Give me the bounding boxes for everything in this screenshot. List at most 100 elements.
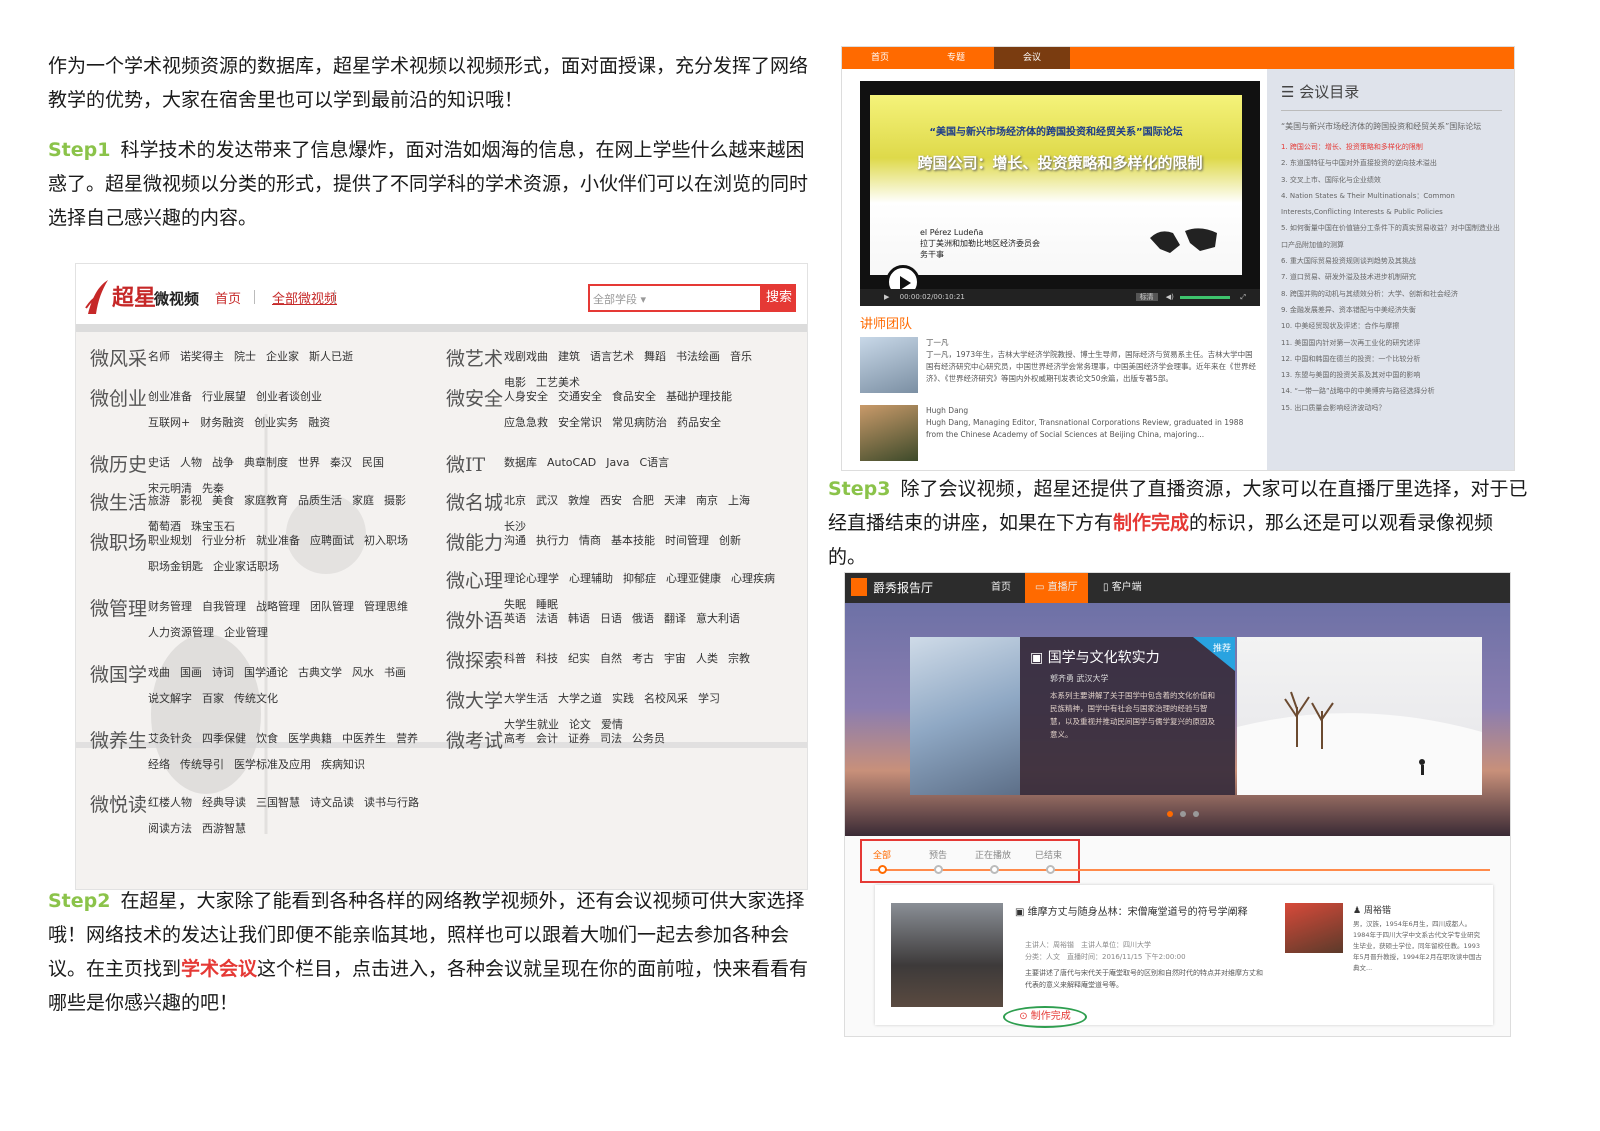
category-title[interactable]: 微安全 xyxy=(446,384,504,436)
tab-home[interactable]: 首页 xyxy=(842,47,918,69)
filter-ended[interactable]: 已结束 xyxy=(1035,848,1062,861)
subcategory-link[interactable]: 初入职场 xyxy=(364,534,408,547)
subcategory-link[interactable]: 天津 xyxy=(664,494,686,507)
subcategory-link[interactable]: 史话 xyxy=(148,456,170,469)
subcategory-link[interactable]: 公务员 xyxy=(632,732,665,745)
tab-conference[interactable]: 会议 xyxy=(994,47,1070,69)
subcategory-link[interactable]: 司法 xyxy=(600,732,622,745)
volume-slider[interactable] xyxy=(1180,295,1231,299)
subcategory-link[interactable]: 科技 xyxy=(536,652,558,665)
subcategory-link[interactable]: C语言 xyxy=(639,456,669,469)
featured-lecture-card[interactable]: ▣ 国学与文化软实力 郭齐勇 武汉大学 本系列主要讲解了关于国学中包含着的文化价… xyxy=(910,637,1235,795)
lecture-title[interactable]: ▣ 维摩方丈与随身丛林：宋僧庵堂道号的符号学阐释 xyxy=(1015,905,1255,921)
subcategory-link[interactable]: 心理疾病 xyxy=(731,572,775,585)
subcategory-link[interactable]: 就业准备 xyxy=(256,534,300,547)
nav-live-hall-link[interactable]: ▭ 直播厅 xyxy=(1025,573,1088,603)
subcategory-link[interactable]: 财务融资 xyxy=(200,416,244,429)
category-title[interactable]: 微国学 xyxy=(90,660,148,712)
subcategory-link[interactable]: 应急急救 xyxy=(504,416,548,429)
subcategory-link[interactable]: 大学生活 xyxy=(504,692,548,705)
subcategory-link[interactable]: 行业分析 xyxy=(202,534,246,547)
catalog-item[interactable]: 10. 中美经贸现状及评述：合作与摩擦 xyxy=(1281,318,1502,334)
subcategory-link[interactable]: 战争 xyxy=(212,456,234,469)
subcategory-link[interactable]: AutoCAD xyxy=(547,456,596,469)
subcategory-link[interactable]: 交通安全 xyxy=(558,390,602,403)
subcategory-link[interactable]: 经络 xyxy=(148,758,170,771)
subcategory-link[interactable]: 音乐 xyxy=(730,350,752,363)
subcategory-link[interactable]: 美食 xyxy=(212,494,234,507)
subcategory-link[interactable]: 书法绘画 xyxy=(676,350,720,363)
subcategory-link[interactable]: 世界 xyxy=(298,456,320,469)
subcategory-link[interactable]: 疾病知识 xyxy=(321,758,365,771)
video-player[interactable]: “美国与新兴市场经济体的跨国投资和经贸关系”国际论坛 跨国公司：增长、投资策略和… xyxy=(860,81,1260,306)
subcategory-link[interactable]: 传统导引 xyxy=(180,758,224,771)
subcategory-link[interactable]: 建筑 xyxy=(558,350,580,363)
category-title[interactable]: 微IT xyxy=(446,450,504,477)
subcategory-link[interactable]: 企业家 xyxy=(266,350,299,363)
subcategory-link[interactable]: 家庭教育 xyxy=(244,494,288,507)
nav-client-link[interactable]: ▯ 客户端 xyxy=(1093,573,1152,603)
subcategory-link[interactable]: 诗词 xyxy=(212,666,234,679)
subcategory-link[interactable]: 宗教 xyxy=(728,652,750,665)
subcategory-link[interactable]: 武汉 xyxy=(536,494,558,507)
subcategory-link[interactable]: 安全常识 xyxy=(558,416,602,429)
subcategory-link[interactable]: 国学通论 xyxy=(244,666,288,679)
category-title[interactable]: 微探索 xyxy=(446,646,504,673)
subcategory-link[interactable]: 读书与行路 xyxy=(364,796,419,809)
subcategory-link[interactable]: 医学标准及应用 xyxy=(234,758,311,771)
subcategory-link[interactable]: 阅读方法 xyxy=(148,822,192,835)
subcategory-link[interactable]: 管理思维 xyxy=(364,600,408,613)
subcategory-link[interactable]: 南京 xyxy=(696,494,718,507)
subcategory-link[interactable]: 经典导读 xyxy=(202,796,246,809)
subcategory-link[interactable]: 诗文品读 xyxy=(310,796,354,809)
subcategory-link[interactable]: 战略管理 xyxy=(256,600,300,613)
subcategory-link[interactable]: 日语 xyxy=(600,612,622,625)
catalog-item[interactable]: 2. 东道国特征与中国对外直接投资的逆向技术溢出 xyxy=(1281,155,1502,171)
subcategory-link[interactable]: 基本技能 xyxy=(611,534,655,547)
subcategory-link[interactable]: 合肥 xyxy=(632,494,654,507)
subcategory-link[interactable]: 院士 xyxy=(234,350,256,363)
subcategory-link[interactable]: 饮食 xyxy=(256,732,278,745)
subcategory-link[interactable]: 人身安全 xyxy=(504,390,548,403)
category-title[interactable]: 微考试 xyxy=(446,726,504,753)
carousel-dot[interactable] xyxy=(1167,811,1173,817)
subcategory-link[interactable]: 艾灸针灸 xyxy=(148,732,192,745)
subcategory-link[interactable]: 英语 xyxy=(504,612,526,625)
subcategory-link[interactable]: 自然 xyxy=(600,652,622,665)
subcategory-link[interactable]: 家庭 xyxy=(352,494,374,507)
subcategory-link[interactable]: 百家 xyxy=(202,692,224,705)
timeline-dot[interactable] xyxy=(1046,865,1055,874)
catalog-item[interactable]: 1. 跨国公司：增长、投资策略和多样化的限制 xyxy=(1281,139,1502,155)
carousel-dot[interactable] xyxy=(1180,811,1186,817)
category-title[interactable]: 微外语 xyxy=(446,606,504,633)
subcategory-link[interactable]: 人类 xyxy=(696,652,718,665)
subcategory-link[interactable]: 科普 xyxy=(504,652,526,665)
live-banner-carousel[interactable]: ▣ 国学与文化软实力 郭齐勇 武汉大学 本系列主要讲解了关于国学中包含着的文化价… xyxy=(845,603,1510,836)
subcategory-link[interactable]: 典章制度 xyxy=(244,456,288,469)
subcategory-link[interactable]: 实践 xyxy=(612,692,634,705)
catalog-item[interactable]: 6. 重大国际贸易投资规则谈判趋势及其挑战 xyxy=(1281,253,1502,269)
filter-preview[interactable]: 预告 xyxy=(929,848,947,861)
category-title[interactable]: 微创业 xyxy=(90,384,148,436)
category-title[interactable]: 微养生 xyxy=(90,726,148,778)
tab-topics[interactable]: 专题 xyxy=(918,47,994,69)
subcategory-link[interactable]: 学习 xyxy=(698,692,720,705)
subcategory-link[interactable]: 西安 xyxy=(600,494,622,507)
quality-button[interactable]: 标清 xyxy=(1135,293,1158,301)
subcategory-link[interactable]: 语言艺术 xyxy=(590,350,634,363)
carousel-dot[interactable] xyxy=(1193,811,1199,817)
catalog-item[interactable]: 11. 美国国内针对第一次再工业化的研究述评 xyxy=(1281,335,1502,351)
subcategory-link[interactable]: 企业管理 xyxy=(224,626,268,639)
subcategory-link[interactable]: 大学之道 xyxy=(558,692,602,705)
subcategory-link[interactable]: 舞蹈 xyxy=(644,350,666,363)
subcategory-link[interactable]: 互联网+ xyxy=(148,416,190,429)
subcategory-link[interactable]: 俄语 xyxy=(632,612,654,625)
subcategory-link[interactable]: 情商 xyxy=(579,534,601,547)
subcategory-link[interactable]: 高考 xyxy=(504,732,526,745)
volume-icon[interactable]: ◀) xyxy=(1166,293,1174,301)
carousel-dots[interactable] xyxy=(1167,811,1199,817)
subcategory-link[interactable]: 红楼人物 xyxy=(148,796,192,809)
subcategory-link[interactable]: 创新 xyxy=(719,534,741,547)
catalog-item[interactable]: 15. 出口质量会影响经济波动吗？ xyxy=(1281,400,1502,416)
subcategory-link[interactable]: 名师 xyxy=(148,350,170,363)
